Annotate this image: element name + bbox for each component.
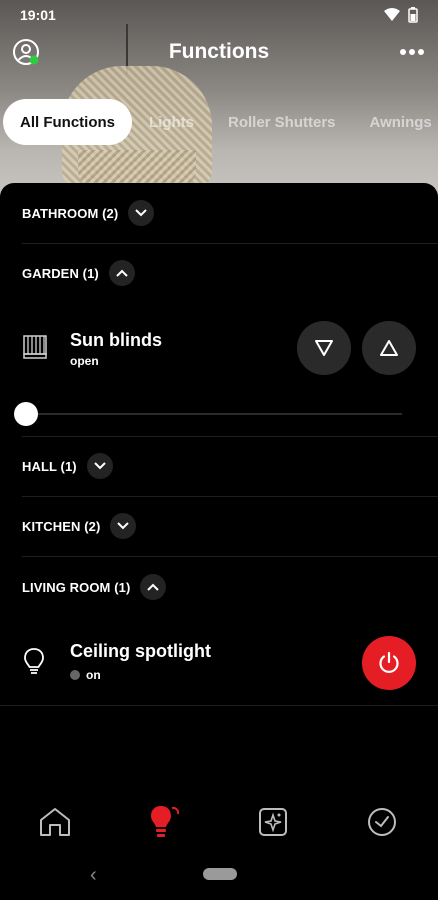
divider — [0, 705, 438, 706]
blinds-position-slider[interactable] — [26, 413, 402, 415]
group-label: GARDEN (1) — [22, 265, 99, 281]
tab-all-functions[interactable]: All Functions — [3, 99, 132, 145]
category-tabs: All Functions Lights Roller Shutters Awn… — [0, 98, 438, 146]
more-dot — [400, 49, 406, 55]
chevron-down-icon[interactable] — [110, 513, 137, 539]
functions-bulb-icon — [151, 806, 180, 837]
group-hall[interactable]: HALL (1) — [22, 453, 113, 479]
device-state: open — [70, 354, 99, 368]
state-indicator-dot — [70, 670, 80, 680]
group-garden[interactable]: GARDEN (1) — [22, 260, 135, 286]
system-back-button[interactable]: ‹ — [90, 864, 97, 887]
nav-functions[interactable] — [143, 802, 183, 842]
system-home-pill[interactable] — [203, 868, 237, 880]
arrow-up-triangle-icon — [380, 340, 398, 356]
tab-awnings[interactable]: Awnings — [353, 99, 438, 145]
nav-scenes[interactable] — [253, 802, 293, 842]
device-sun-blinds: Sun blinds open — [0, 318, 438, 428]
divider — [22, 243, 438, 244]
group-label: HALL (1) — [22, 458, 77, 474]
blinds-icon — [23, 335, 47, 359]
group-living-room[interactable]: LIVING ROOM (1) — [22, 574, 167, 600]
divider — [22, 436, 438, 437]
lightbulb-icon — [24, 648, 44, 674]
arrow-down-triangle-icon — [315, 340, 333, 356]
device-name: Ceiling spotlight — [70, 641, 211, 661]
power-toggle-button[interactable] — [362, 636, 416, 690]
divider — [22, 496, 438, 497]
status-bar: 19:01 — [0, 0, 438, 30]
device-state: on — [70, 668, 101, 682]
system-navigation-bar: ‹ — [0, 856, 438, 900]
tab-roller-shutters[interactable]: Roller Shutters — [211, 99, 353, 145]
more-dot — [409, 49, 415, 55]
device-name: Sun blinds — [70, 330, 162, 350]
chevron-up-icon[interactable] — [108, 260, 135, 286]
timer-icon — [368, 808, 396, 836]
battery-icon — [408, 7, 418, 23]
status-time: 19:01 — [20, 7, 56, 23]
chevron-up-icon[interactable] — [140, 574, 167, 600]
scenes-icon — [259, 808, 287, 836]
group-label: LIVING ROOM (1) — [22, 579, 131, 595]
nav-timer[interactable] — [362, 802, 402, 842]
power-icon — [379, 651, 399, 673]
device-state-text: open — [70, 354, 99, 368]
home-icon — [40, 808, 70, 836]
lower-blinds-button[interactable] — [297, 321, 351, 375]
group-label: KITCHEN (2) — [22, 518, 101, 534]
wifi-icon — [384, 8, 400, 21]
nav-home[interactable] — [35, 802, 75, 842]
top-app-bar: Functions — [0, 30, 438, 74]
more-options-button[interactable] — [396, 36, 428, 68]
page-title: Functions — [168, 40, 270, 63]
chevron-down-icon[interactable] — [128, 200, 155, 226]
slider-thumb[interactable] — [14, 402, 38, 426]
raise-blinds-button[interactable] — [362, 321, 416, 375]
group-label: BATHROOM (2) — [22, 205, 119, 221]
tab-lights[interactable]: Lights — [132, 99, 211, 145]
bottom-navigation — [0, 792, 438, 854]
group-kitchen[interactable]: KITCHEN (2) — [22, 513, 137, 539]
group-bathroom[interactable]: BATHROOM (2) — [22, 200, 155, 226]
device-ceiling-spotlight: Ceiling spotlight on — [0, 631, 438, 701]
functions-panel: BATHROOM (2) GARDEN (1) Sun blinds open — [0, 183, 438, 783]
chevron-down-icon[interactable] — [86, 453, 113, 479]
more-dot — [418, 49, 424, 55]
device-state-text: on — [86, 668, 101, 682]
status-icons — [384, 7, 418, 23]
divider — [22, 556, 438, 557]
